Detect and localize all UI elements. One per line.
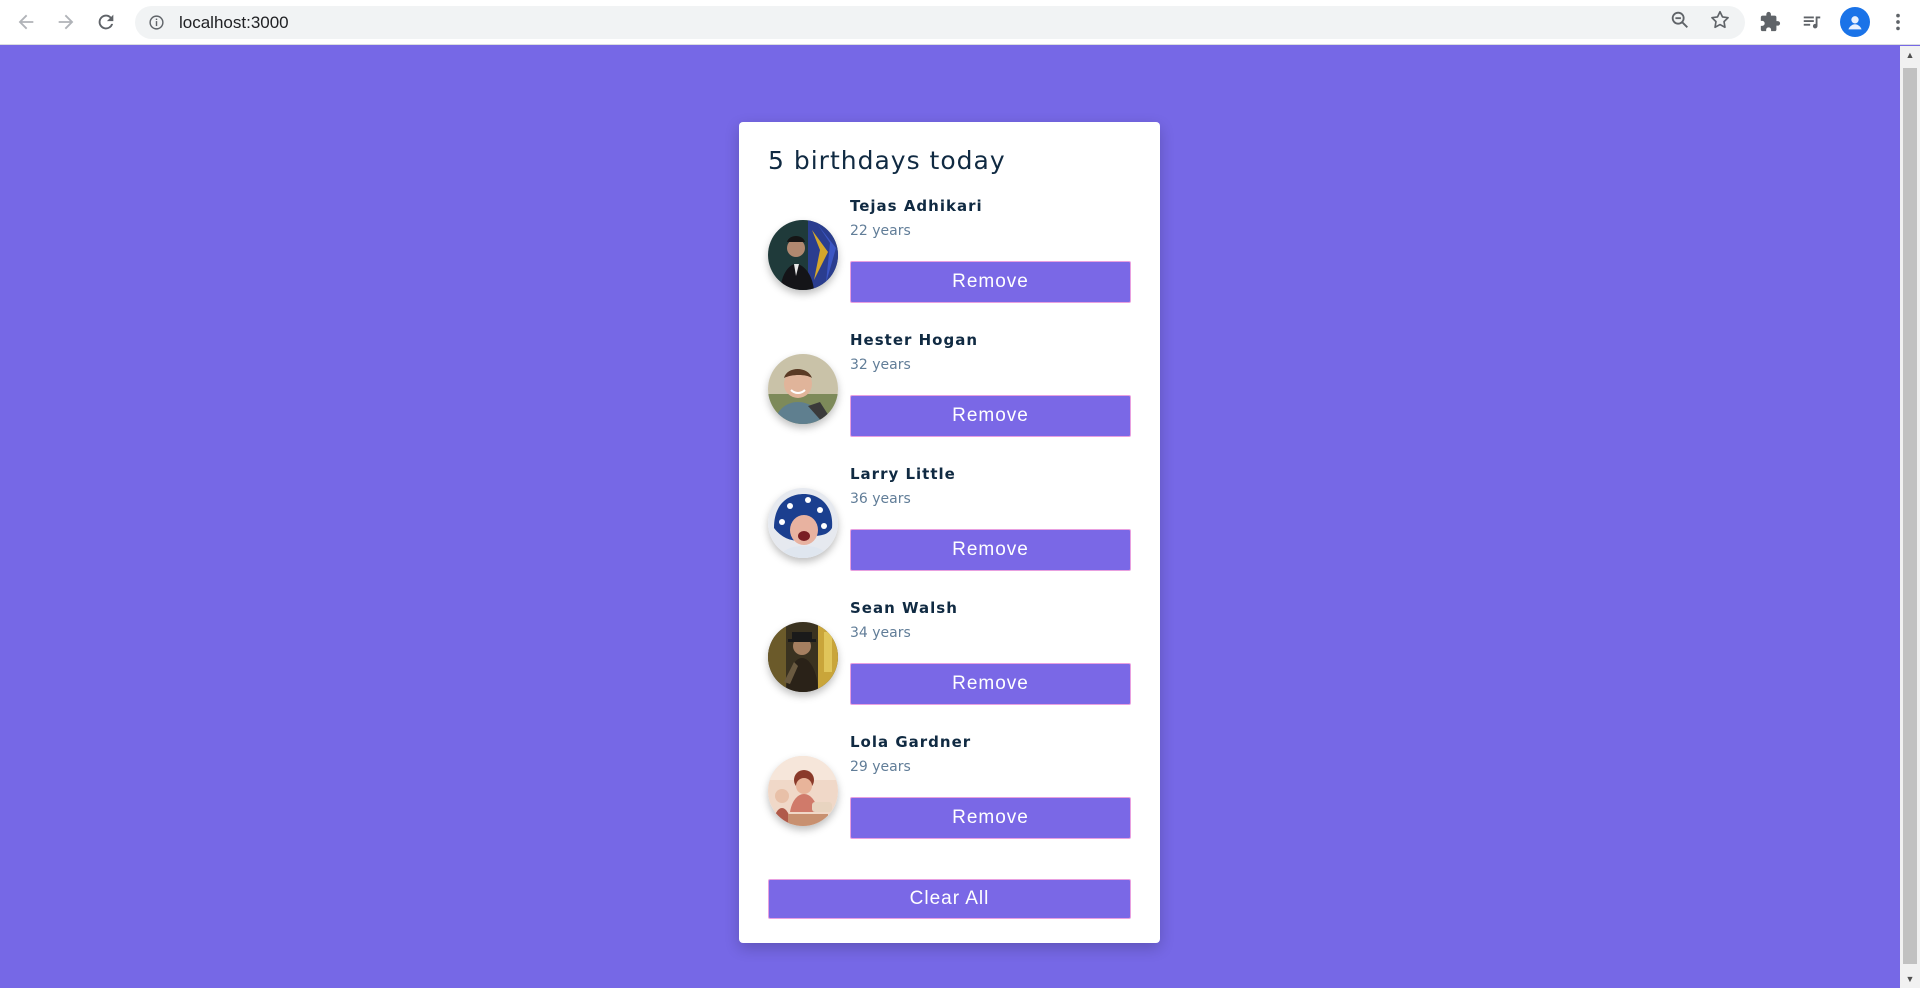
reload-button[interactable] — [88, 4, 124, 40]
back-button[interactable] — [8, 4, 44, 40]
person-age: 34 years — [850, 625, 911, 641]
scroll-up-icon[interactable]: ▲ — [1900, 46, 1920, 64]
reload-icon — [98, 14, 114, 30]
info-icon[interactable] — [147, 14, 165, 32]
person-item: Larry Little 36 years Remove — [768, 465, 1131, 599]
back-icon — [18, 14, 34, 30]
profile-icon[interactable] — [1840, 7, 1870, 37]
person-item: Lola Gardner 29 years Remove — [768, 733, 1131, 867]
address-bar[interactable]: localhost:3000 — [135, 6, 1745, 39]
remove-button[interactable]: Remove — [850, 797, 1131, 839]
page-scrollbar[interactable]: ▲ ▼ — [1900, 46, 1920, 988]
person-name: Larry Little — [850, 465, 956, 483]
person-info: Tejas Adhikari 22 years — [850, 197, 983, 239]
remove-button[interactable]: Remove — [850, 395, 1131, 437]
avatar-tejas-adhikari — [768, 220, 838, 290]
star-icon[interactable] — [1709, 9, 1731, 36]
menu-icon[interactable] — [1884, 8, 1912, 36]
scroll-thumb[interactable] — [1903, 68, 1917, 964]
media-icon[interactable] — [1798, 8, 1826, 36]
remove-button[interactable]: Remove — [850, 529, 1131, 571]
person-item: Hester Hogan 32 years Remove — [768, 331, 1131, 465]
url-text: localhost:3000 — [179, 12, 289, 32]
person-name: Hester Hogan — [850, 331, 979, 349]
zoom-icon[interactable] — [1669, 9, 1691, 36]
remove-button[interactable]: Remove — [850, 261, 1131, 303]
person-info: Hester Hogan 32 years — [850, 331, 978, 373]
person-info: Sean Walsh 34 years — [850, 599, 958, 641]
person-age: 36 years — [850, 491, 911, 507]
avatar-sean-walsh — [768, 622, 838, 692]
person-item: Sean Walsh 34 years Remove — [768, 599, 1131, 733]
person-age: 22 years — [850, 223, 911, 239]
avatar-hester-hogan — [768, 354, 838, 424]
person-info: Lola Gardner 29 years — [850, 733, 971, 775]
person-name: Tejas Adhikari — [850, 197, 983, 215]
page-title: 5 birthdays today — [768, 146, 1006, 175]
avatar-lola-gardner — [768, 756, 838, 826]
person-name: Sean Walsh — [850, 599, 958, 617]
avatar-larry-little — [768, 488, 838, 558]
forward-button[interactable] — [48, 4, 84, 40]
birthday-card: 5 birthdays today Tejas Adhikari 22 year… — [739, 122, 1160, 943]
person-name: Lola Gardner — [850, 733, 972, 751]
person-age: 32 years — [850, 357, 911, 373]
clear-all-button[interactable]: Clear All — [768, 879, 1131, 919]
browser-toolbar: localhost:3000 — [0, 0, 1920, 45]
person-info: Larry Little 36 years — [850, 465, 956, 507]
person-age: 29 years — [850, 759, 911, 775]
forward-icon — [58, 14, 74, 30]
scroll-down-icon[interactable]: ▼ — [1900, 970, 1920, 988]
extensions-icon[interactable] — [1756, 8, 1784, 36]
remove-button[interactable]: Remove — [850, 663, 1131, 705]
person-item: Tejas Adhikari 22 years Remove — [768, 197, 1131, 331]
